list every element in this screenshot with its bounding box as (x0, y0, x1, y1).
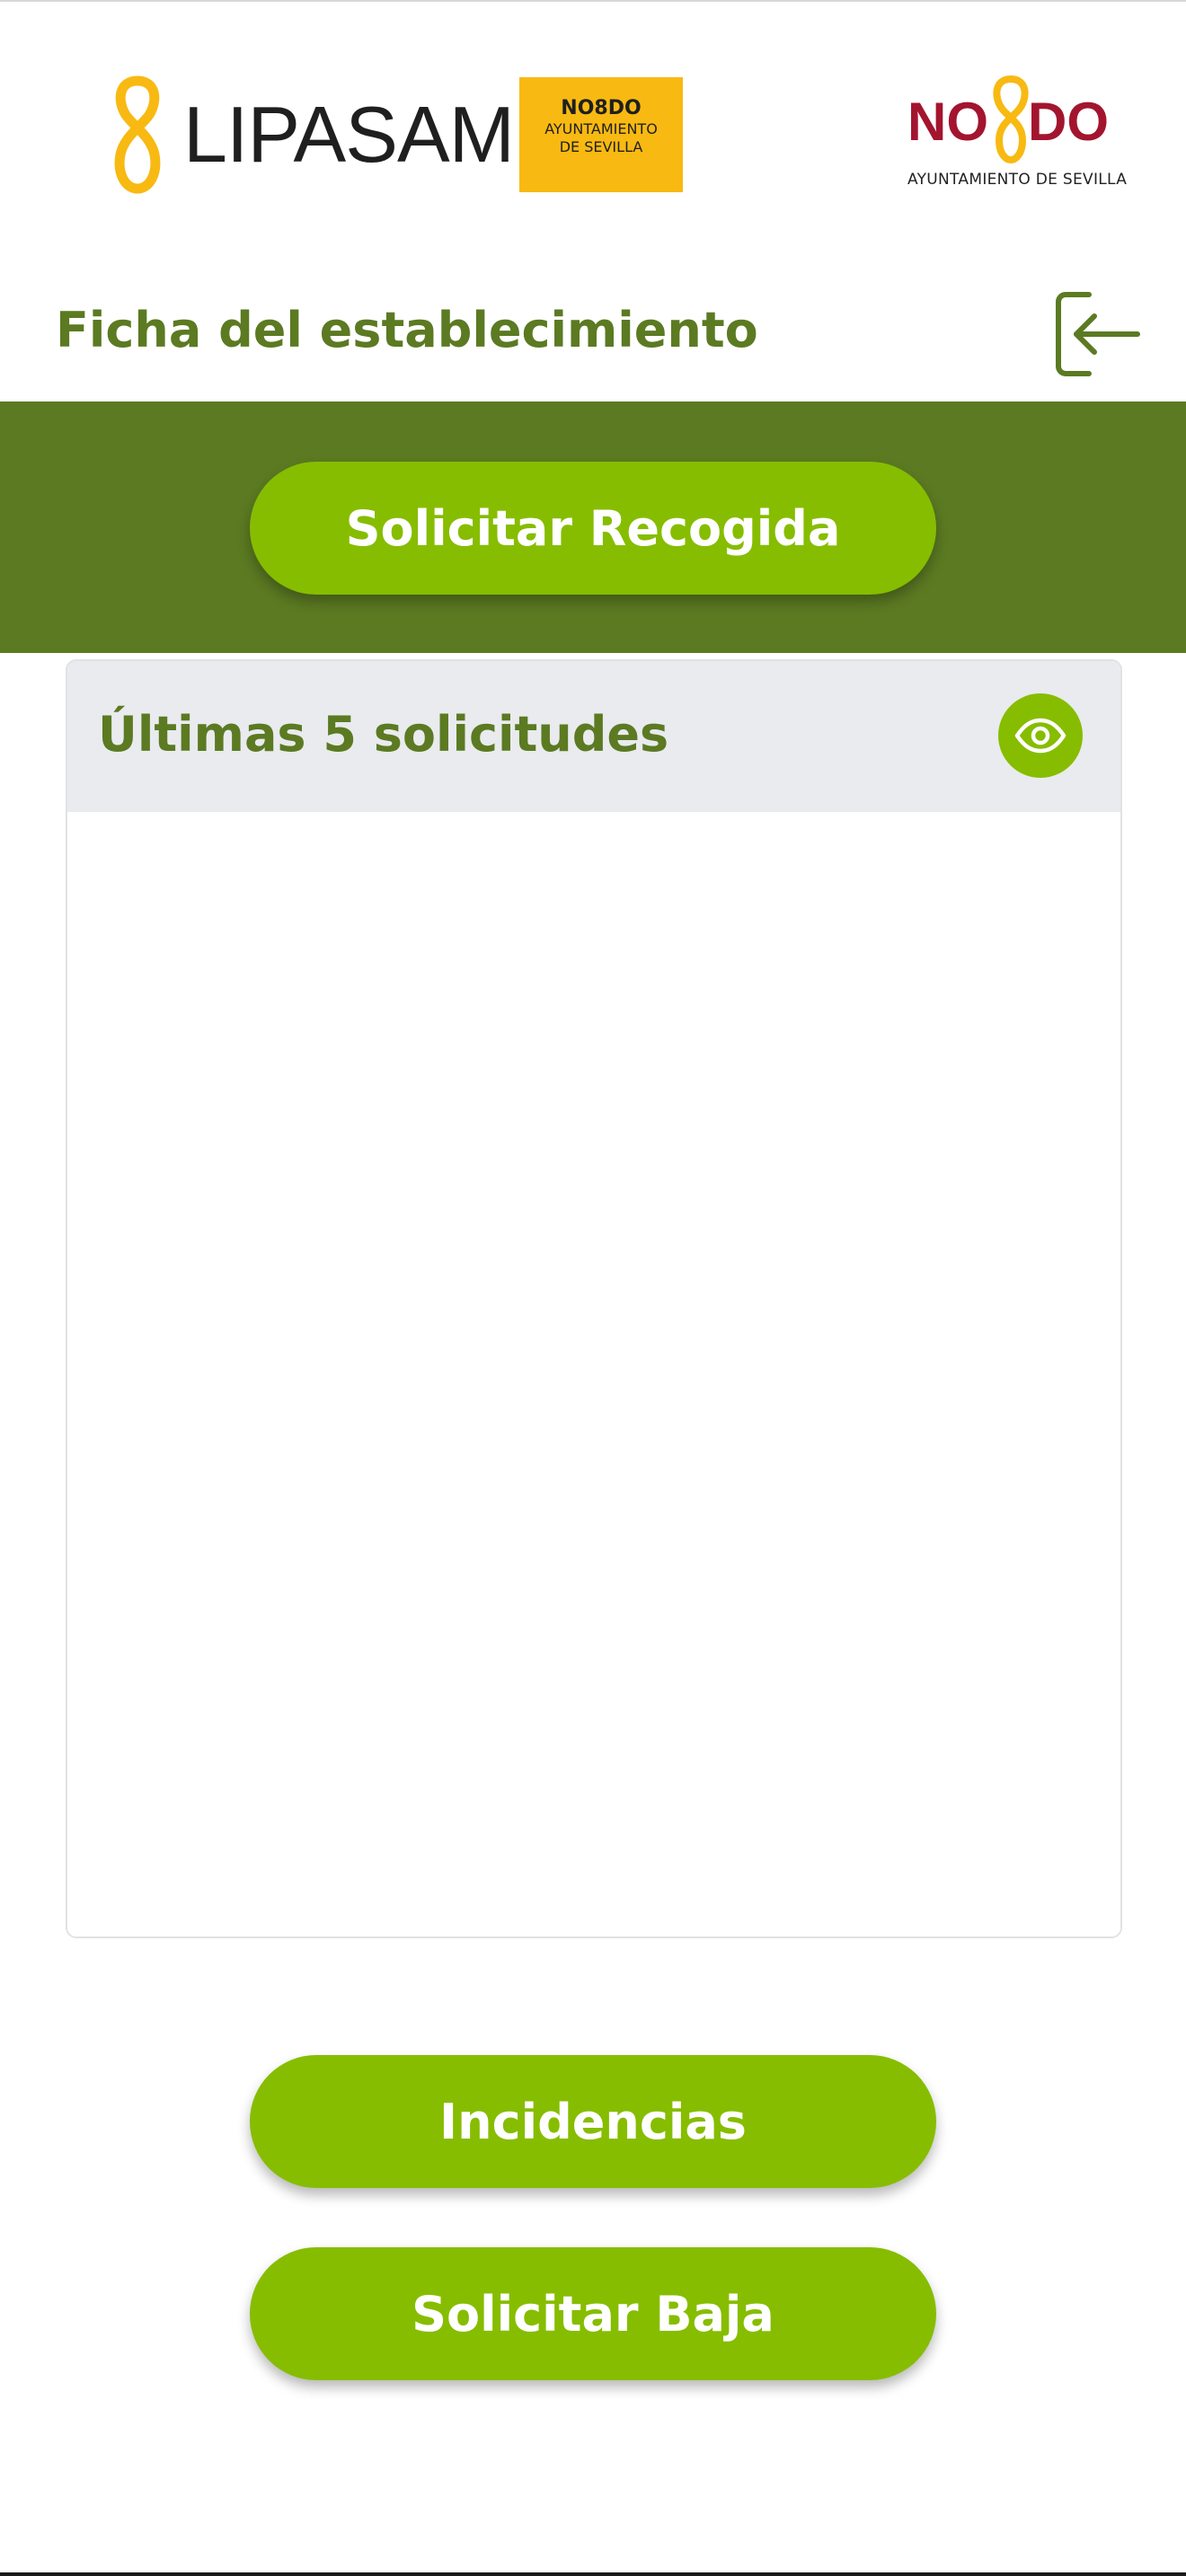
ayuntamiento-badge: NO8DO AYUNTAMIENTO DE SEVILLA (519, 77, 683, 192)
svg-text:DO: DO (1028, 92, 1109, 152)
badge-line-1: AYUNTAMIENTO (544, 120, 658, 137)
lipasam-wordmark: LIPASAM (183, 90, 515, 179)
no8do-mark: NO DO (907, 75, 1109, 163)
no8do-subtitle: AYUNTAMIENTO DE SEVILLA (907, 171, 1128, 189)
lipasam-logo: LIPASAM NO8DO AYUNTAMIENTO DE SEVILLA (110, 74, 685, 196)
requests-list (67, 812, 1120, 1936)
view-requests-button[interactable] (998, 693, 1083, 778)
logout-icon (1056, 292, 1140, 376)
solicitar-recogida-button[interactable]: Solicitar Recogida (250, 462, 936, 595)
card-title: Últimas 5 solicitudes (98, 706, 669, 763)
badge-no8do: NO8DO (561, 97, 642, 119)
logout-button[interactable] (1053, 289, 1143, 379)
top-divider (0, 0, 1186, 2)
badge-line-2: DE SEVILLA (559, 138, 643, 155)
eye-icon (1014, 718, 1067, 754)
card-header: Últimas 5 solicitudes (67, 661, 1120, 812)
incidencias-button[interactable]: Incidencias (250, 2055, 936, 2188)
page-title: Ficha del establecimiento (56, 302, 758, 358)
no8do-logo: NO DO AYUNTAMIENTO DE SEVILLA (907, 74, 1128, 199)
bottom-divider (0, 2572, 1186, 2576)
latest-requests-card: Últimas 5 solicitudes (66, 659, 1122, 1938)
solicitar-baja-button[interactable]: Solicitar Baja (250, 2247, 936, 2380)
svg-text:NO: NO (907, 92, 988, 152)
lipasam-eight-mark (114, 75, 161, 194)
